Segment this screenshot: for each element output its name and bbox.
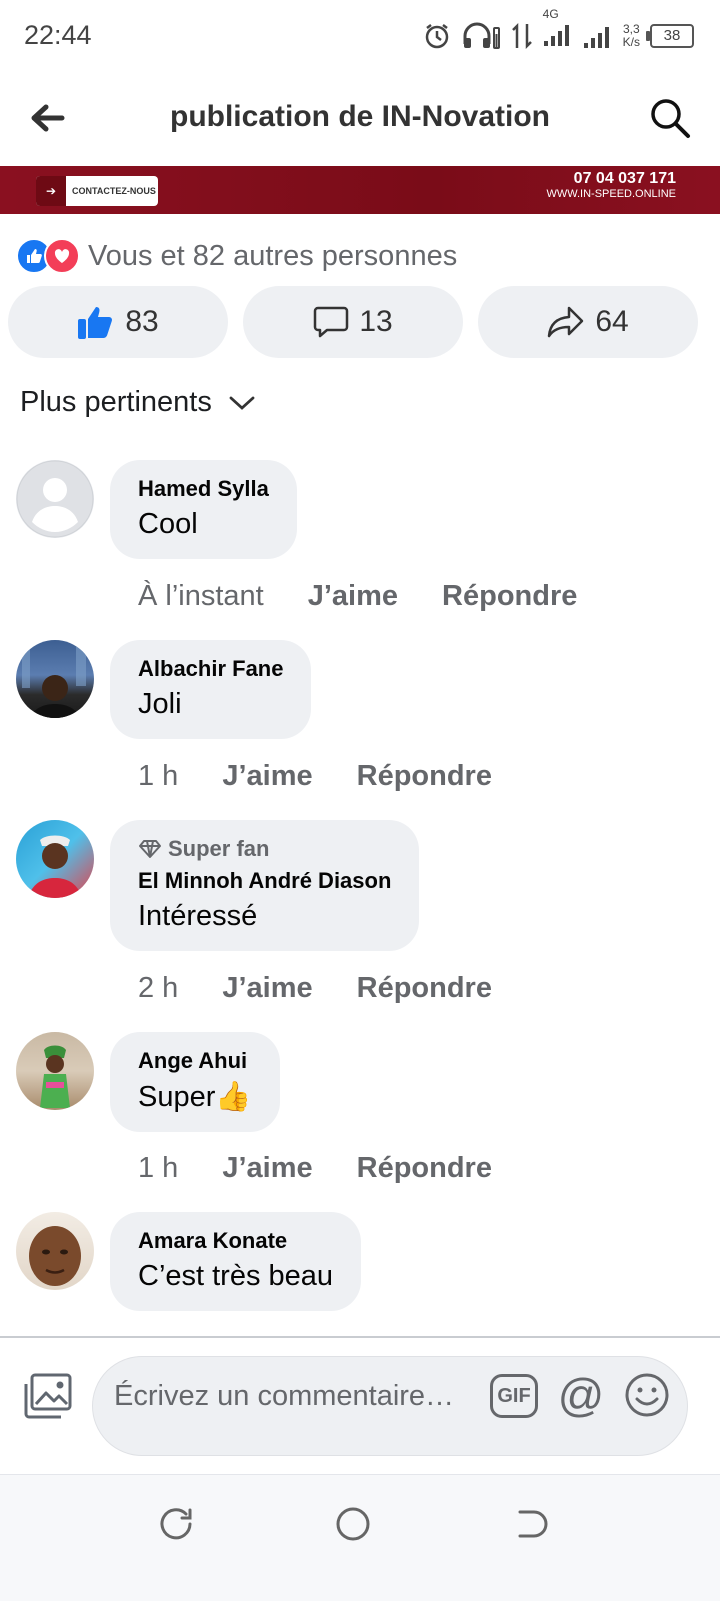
add-photo-button[interactable] xyxy=(22,1372,74,1420)
comment-time: 1 h xyxy=(138,760,179,792)
comment-time: 2 h xyxy=(138,972,179,1004)
comment-icon xyxy=(314,306,349,338)
comment-time: 1 h xyxy=(138,1152,179,1184)
comment-bubble[interactable]: Albachir Fane Joli xyxy=(110,640,312,739)
like-comment-button[interactable]: J’aime xyxy=(222,760,312,793)
recents-button[interactable] xyxy=(152,1500,200,1548)
love-reaction-icon xyxy=(44,238,80,274)
contact-button[interactable]: ➔ CONTACTEZ-NOUS xyxy=(36,176,158,206)
network-speed: 3,3 K/s xyxy=(623,23,640,49)
arrow-right-icon: ➔ xyxy=(36,176,66,206)
home-button[interactable] xyxy=(329,1500,377,1548)
reactions-summary[interactable]: Vous et 82 autres personnes xyxy=(16,236,457,276)
comment-bubble[interactable]: Super fan El Minnoh André Diason Intéres… xyxy=(110,820,420,951)
smiley-icon xyxy=(625,1373,669,1417)
headphones-icon xyxy=(463,22,500,49)
banner-phone: 07 04 037 171 xyxy=(573,170,676,187)
diamond-icon xyxy=(139,840,161,858)
like-button[interactable]: 83 xyxy=(8,286,228,358)
like-comment-button[interactable]: J’aime xyxy=(222,1152,312,1185)
data-transfer-icon xyxy=(511,22,532,50)
page-title: publication de IN-Novation xyxy=(170,100,550,133)
home-circle-icon xyxy=(336,1507,370,1541)
status-time: 22:44 xyxy=(24,20,92,50)
sort-dropdown[interactable]: Plus pertinents xyxy=(20,386,256,419)
avatar[interactable] xyxy=(16,640,94,718)
recents-icon xyxy=(160,1508,192,1540)
status-icons: 4G 3,3 K/s 38 xyxy=(423,7,694,56)
emoji-button[interactable] xyxy=(624,1372,670,1418)
comment-button[interactable]: 13 xyxy=(243,286,463,358)
reply-button[interactable]: Répondre xyxy=(357,760,492,793)
comment-text: Cool xyxy=(138,508,198,540)
comment-bubble[interactable]: Amara Konate C’est très beau xyxy=(110,1212,362,1311)
reaction-summary-text: Vous et 82 autres personnes xyxy=(88,239,458,272)
network-type: 4G xyxy=(542,6,559,21)
signal-icon-2 xyxy=(583,27,609,48)
signal-4g: 4G xyxy=(543,7,573,52)
comment-bubble[interactable]: Hamed Sylla Cool xyxy=(110,460,297,559)
reply-button[interactable]: Répondre xyxy=(357,972,492,1005)
comment-text: Intéressé xyxy=(138,900,258,932)
comment-actions: À l’instant J’aime Répondre xyxy=(138,580,577,613)
photo-icon xyxy=(24,1373,72,1419)
reply-button[interactable]: Répondre xyxy=(357,1152,492,1185)
banner-website: WWW.IN-SPEED.ONLINE xyxy=(546,188,676,200)
search-button[interactable] xyxy=(648,96,692,140)
alarm-icon xyxy=(425,24,448,49)
default-avatar-icon xyxy=(16,460,94,538)
like-comment-button[interactable]: J’aime xyxy=(222,972,312,1005)
comment-count: 13 xyxy=(359,305,393,338)
share-icon xyxy=(548,306,584,338)
comment-author[interactable]: Albachir Fane xyxy=(138,656,283,682)
comment-bubble[interactable]: Ange Ahui Super👍 xyxy=(110,1032,280,1132)
profile-photo xyxy=(28,835,82,898)
contact-label: CONTACTEZ-NOUS xyxy=(72,186,156,196)
share-button[interactable]: 64 xyxy=(478,286,698,358)
thumbs-up-icon xyxy=(78,307,113,339)
avatar[interactable] xyxy=(16,1032,94,1110)
comment-author[interactable]: Hamed Sylla xyxy=(138,476,269,502)
search-icon xyxy=(651,99,690,138)
avatar[interactable] xyxy=(16,1212,94,1290)
avatar[interactable] xyxy=(16,460,94,538)
like-count: 83 xyxy=(125,305,159,338)
comment-text: Super👍 xyxy=(138,1081,252,1113)
comment-actions: 1 h J’aime Répondre xyxy=(138,1152,492,1185)
comment-actions: 1 h J’aime Répondre xyxy=(138,760,492,793)
avatar[interactable] xyxy=(16,820,94,898)
like-comment-button[interactable]: J’aime xyxy=(308,580,398,613)
chevron-down-icon xyxy=(229,396,255,410)
comment-time: À l’instant xyxy=(138,580,264,612)
post-image-banner[interactable]: ➔ CONTACTEZ-NOUS 07 04 037 171 WWW.IN-SP… xyxy=(0,166,720,214)
back-nav-button[interactable] xyxy=(506,1500,554,1548)
comment-text: Joli xyxy=(138,688,182,720)
gif-button[interactable]: GIF xyxy=(490,1374,538,1418)
signal-icon xyxy=(543,24,569,46)
badge-label: Super fan xyxy=(168,836,270,861)
profile-photo xyxy=(22,646,86,718)
comment-author[interactable]: Amara Konate xyxy=(138,1228,333,1254)
comment-text: C’est très beau xyxy=(138,1260,334,1292)
reply-button[interactable]: Répondre xyxy=(442,580,577,613)
battery-indicator: 38 xyxy=(646,24,694,48)
profile-photo xyxy=(29,1226,81,1286)
speed-unit: K/s xyxy=(622,35,640,49)
profile-photo xyxy=(40,1045,70,1108)
back-nav-icon xyxy=(518,1510,548,1538)
sort-label: Plus pertinents xyxy=(20,386,212,418)
comment-actions: 2 h J’aime Répondre xyxy=(138,972,492,1005)
share-count: 64 xyxy=(595,305,629,338)
mention-button[interactable]: @ xyxy=(556,1370,606,1420)
comment-placeholder[interactable]: Écrivez un commentaire… xyxy=(114,1380,454,1413)
comment-author[interactable]: Ange Ahui xyxy=(138,1048,252,1074)
super-fan-badge: Super fan xyxy=(138,836,391,862)
comment-author[interactable]: El Minnoh André Diason xyxy=(138,868,391,894)
